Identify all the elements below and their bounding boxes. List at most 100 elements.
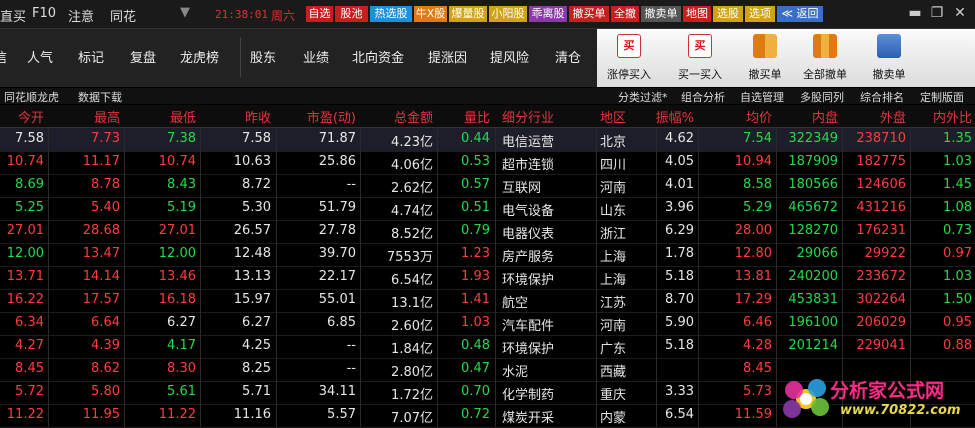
menu-buy[interactable]: 直买 [0, 6, 26, 25]
quick-button[interactable]: 全撤 [611, 6, 639, 22]
table-cell: 12.48 [233, 246, 271, 261]
maximize-icon[interactable]: ❐ [927, 4, 947, 22]
sub-item-multi[interactable]: 多股同列 [800, 89, 844, 105]
cancel-sell-button[interactable]: 撤卖单 [861, 29, 917, 87]
close-icon[interactable]: ✕ [950, 4, 970, 22]
toolbar-item-mark[interactable]: 标记 [78, 47, 104, 66]
quick-button[interactable]: 牛X股 [414, 6, 447, 22]
quick-button[interactable]: 股池 [335, 6, 368, 22]
column-divider [200, 128, 201, 151]
column-header[interactable]: 外盘 [880, 107, 906, 126]
sub-item-combo[interactable]: 组合分析 [681, 89, 725, 105]
table-cell: 8.45 [743, 361, 772, 376]
sub-item-rank[interactable]: 综合排名 [860, 89, 904, 105]
table-row[interactable]: 12.00 13.47 12.00 12.48 39.70 7553万 1.23 房产服务 上海… [0, 243, 975, 267]
toolbar-item-popularity[interactable]: 人气 [27, 47, 53, 66]
column-header[interactable]: 昨收 [245, 107, 271, 126]
quick-button[interactable]: ≪ 返回 [777, 6, 823, 22]
table-cell: 15.97 [233, 292, 271, 307]
column-header[interactable]: 均价 [746, 107, 772, 126]
column-divider [48, 289, 49, 312]
table-row[interactable]: 13.71 14.14 13.46 13.13 22.17 6.54亿 1.93 环境保护 上海… [0, 266, 975, 290]
quick-button[interactable]: 撤买单 [569, 6, 609, 22]
toolbar-item-performance[interactable]: 业绩 [303, 47, 329, 66]
cancel-buy-button[interactable]: 撤买单 [737, 29, 793, 87]
sub-item-layout[interactable]: 定制版面 [920, 89, 964, 105]
dropdown-arrow-icon[interactable]: ▼ [180, 5, 190, 20]
table-row[interactable]: 10.74 11.17 10.74 10.63 25.86 4.06亿 0.53 超市连锁 四川… [0, 151, 975, 175]
column-header[interactable]: 内外比 [933, 107, 972, 126]
table-cell: 55.01 [318, 292, 356, 307]
column-divider [910, 289, 911, 312]
sub-item-dragon[interactable]: 同花顺龙虎 [4, 89, 59, 105]
quick-button[interactable]: 自选 [306, 6, 333, 22]
column-divider [495, 358, 496, 381]
menu-f10[interactable]: F10 [32, 6, 56, 21]
table-cell: 7.07亿 [391, 411, 433, 426]
table-cell: 山东 [600, 204, 627, 219]
quick-button[interactable]: 乖离股 [529, 6, 567, 22]
sub-item-watchlist[interactable]: 自选管理 [740, 89, 784, 105]
table-cell: 10.74 [6, 154, 44, 169]
toolbar-item-dragon-tiger[interactable]: 龙虎榜 [180, 47, 219, 66]
cancel-all-button[interactable]: 全部撤单 [795, 29, 855, 87]
table-row[interactable]: 6.34 6.64 6.27 6.27 6.85 2.60亿 1.03 汽车配件 河南 5.90 6… [0, 312, 975, 336]
table-cell: 0.79 [461, 223, 490, 238]
quick-button[interactable]: 热选股 [370, 6, 412, 22]
table-cell: 超市连锁 [502, 158, 555, 173]
table-row[interactable]: 16.22 17.57 16.18 15.97 55.01 13.1亿 1.41 航空 江苏 8.… [0, 289, 975, 313]
toolbar-item-risk[interactable]: 提风险 [490, 47, 529, 66]
column-divider [596, 220, 597, 243]
column-header[interactable]: 市盈(动) [307, 107, 356, 126]
sub-item-download[interactable]: 数据下载 [78, 89, 122, 105]
column-header[interactable]: 地区 [600, 107, 626, 126]
table-row[interactable]: 7.58 7.73 7.38 7.58 71.87 4.23亿 0.44 电信运营 北京 4.62… [0, 128, 975, 152]
toolbar-item-rise-factor[interactable]: 提涨因 [428, 47, 467, 66]
quick-button[interactable]: 爆量股 [449, 6, 487, 22]
column-header[interactable]: 振幅% [656, 107, 694, 126]
column-header[interactable]: 总金额 [394, 107, 433, 126]
column-divider [776, 151, 777, 174]
menu-tonghua[interactable]: 同花 [110, 6, 136, 25]
quick-button[interactable]: 小阳股 [489, 6, 527, 22]
quick-button[interactable]: 选股 [713, 6, 743, 22]
toolbar-item-northbound[interactable]: 北向资金 [352, 47, 404, 66]
table-cell: 238710 [856, 131, 906, 146]
toolbar-item-xin[interactable]: 信 [0, 47, 7, 66]
toolbar-item-review[interactable]: 复盘 [130, 47, 156, 66]
table-cell: 1.45 [943, 177, 972, 192]
column-header[interactable]: 今开 [18, 107, 44, 126]
column-header[interactable]: 内盘 [812, 107, 838, 126]
column-divider [48, 404, 49, 427]
table-row[interactable]: 27.01 28.68 27.01 26.57 27.78 8.52亿 0.79 电器仪表 浙江… [0, 220, 975, 244]
quick-button[interactable]: 地图 [683, 6, 711, 22]
minimize-icon[interactable]: ▬ [905, 4, 925, 22]
column-header[interactable]: 细分行业 [502, 107, 554, 126]
table-cell: 5.18 [665, 338, 694, 353]
table-row[interactable]: 5.25 5.40 5.19 5.30 51.79 4.74亿 0.51 电气设备 山东 3.96… [0, 197, 975, 221]
column-header[interactable]: 量比 [464, 107, 490, 126]
toolbar-item-clear[interactable]: 清仓 [555, 47, 581, 66]
toolbar-item-shareholders[interactable]: 股东 [250, 47, 276, 66]
limit-up-buy-button[interactable]: 买 涨停买入 [597, 29, 661, 87]
column-divider [842, 151, 843, 174]
menu-attention[interactable]: 注意 [68, 6, 94, 25]
table-row[interactable]: 8.69 8.78 8.43 8.72 -- 2.62亿 0.57 互联网 河南 4.01 8.58… [0, 174, 975, 198]
quick-button[interactable]: 选项 [745, 6, 775, 22]
table-cell: 196100 [788, 315, 838, 330]
table-cell: 8.72 [242, 177, 271, 192]
quick-button[interactable]: 撤卖单 [641, 6, 681, 22]
column-header[interactable]: 最高 [94, 107, 120, 126]
column-divider [124, 151, 125, 174]
column-header[interactable]: 最低 [170, 107, 196, 126]
table-cell: 11.95 [82, 407, 120, 422]
table-cell: 5.90 [665, 315, 694, 330]
sub-item-filter[interactable]: 分类过滤* [618, 89, 668, 105]
table-row[interactable]: 4.27 4.39 4.17 4.25 -- 1.84亿 0.48 环境保护 广东 5.18 4.2… [0, 335, 975, 359]
column-divider [200, 289, 201, 312]
table-cell: 4.05 [665, 154, 694, 169]
table-cell: 汽车配件 [502, 319, 555, 334]
bid1-buy-button[interactable]: 买 买一买入 [668, 29, 732, 87]
column-divider [124, 128, 125, 151]
table-cell: 11.22 [6, 407, 44, 422]
